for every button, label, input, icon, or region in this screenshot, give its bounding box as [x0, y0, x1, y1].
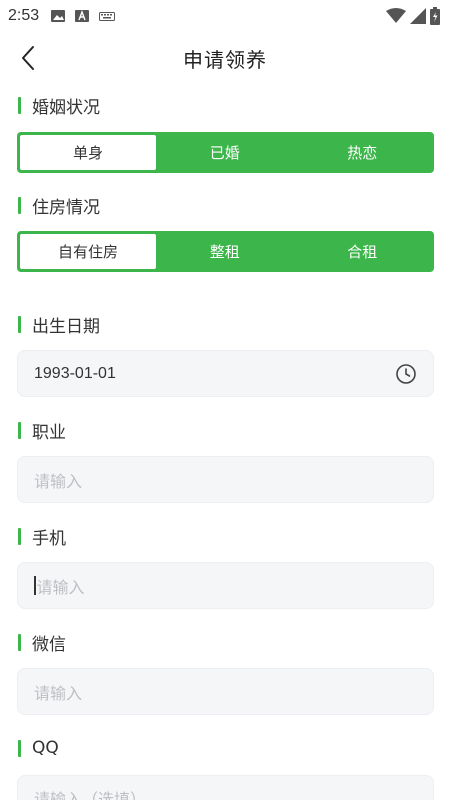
- wechat-label: 微信: [18, 630, 66, 655]
- birth-label: 出生日期: [18, 312, 100, 337]
- housing-segmented-control: 自有住房 整租 合租: [17, 231, 434, 272]
- marital-option-dating[interactable]: 热恋: [294, 135, 432, 170]
- label-accent-bar: [18, 421, 21, 439]
- page-title: 申请领养: [183, 47, 267, 72]
- marital-label-text: 婚姻状况: [32, 97, 100, 118]
- housing-option-shared-rent[interactable]: 合租: [294, 234, 432, 269]
- qq-input[interactable]: 请输入（选填）: [17, 775, 434, 800]
- wechat-label-text: 微信: [32, 634, 66, 655]
- label-accent-bar: [18, 739, 21, 757]
- marital-segmented-control: 单身 已婚 热恋: [17, 132, 434, 173]
- birth-date-value: 1993-01-01: [34, 364, 116, 382]
- clock-icon[interactable]: [395, 363, 417, 385]
- housing-option-whole-rent[interactable]: 整租: [156, 234, 294, 269]
- wechat-placeholder: 请输入: [34, 683, 83, 703]
- status-icons-right: [386, 7, 440, 25]
- image-icon: [51, 10, 66, 22]
- occupation-placeholder: 请输入: [34, 471, 83, 491]
- housing-label-text: 住房情况: [32, 197, 100, 218]
- qq-label-text: QQ: [32, 738, 59, 758]
- wechat-input[interactable]: 请输入: [17, 668, 434, 715]
- phone-input[interactable]: 请输入: [17, 562, 434, 609]
- housing-option-own[interactable]: 自有住房: [20, 234, 156, 269]
- occupation-label-text: 职业: [32, 422, 66, 443]
- battery-icon: [430, 7, 440, 25]
- phone-label: 手机: [18, 524, 66, 549]
- status-icons-left: [51, 10, 116, 22]
- marital-option-married[interactable]: 已婚: [156, 135, 294, 170]
- qq-placeholder: 请输入（选填）: [34, 790, 147, 800]
- occupation-input[interactable]: 请输入: [17, 456, 434, 503]
- signal-icon: [410, 8, 426, 24]
- chevron-left-icon: [22, 46, 34, 70]
- wifi-icon: [386, 8, 406, 23]
- birth-label-text: 出生日期: [32, 316, 100, 337]
- phone-label-text: 手机: [32, 528, 66, 549]
- keyboard-icon: [99, 12, 116, 21]
- marital-option-single[interactable]: 单身: [20, 135, 156, 170]
- marital-label: 婚姻状况: [18, 93, 100, 118]
- label-accent-bar: [18, 96, 21, 114]
- label-accent-bar: [18, 633, 21, 651]
- occupation-label: 职业: [18, 418, 66, 443]
- back-button[interactable]: [12, 42, 44, 74]
- status-time: 2:53: [8, 7, 40, 24]
- birth-date-field[interactable]: 1993-01-01: [17, 350, 434, 397]
- label-accent-bar: [18, 527, 21, 545]
- header: 申请领养: [0, 36, 450, 80]
- housing-label: 住房情况: [18, 193, 100, 218]
- qq-label: QQ: [18, 736, 59, 760]
- label-accent-bar: [18, 196, 21, 214]
- a-letter-icon: [75, 10, 90, 22]
- label-accent-bar: [18, 315, 21, 333]
- status-bar: 2:53: [0, 0, 450, 32]
- text-caret: [34, 576, 36, 595]
- phone-placeholder: 请输入: [36, 577, 85, 597]
